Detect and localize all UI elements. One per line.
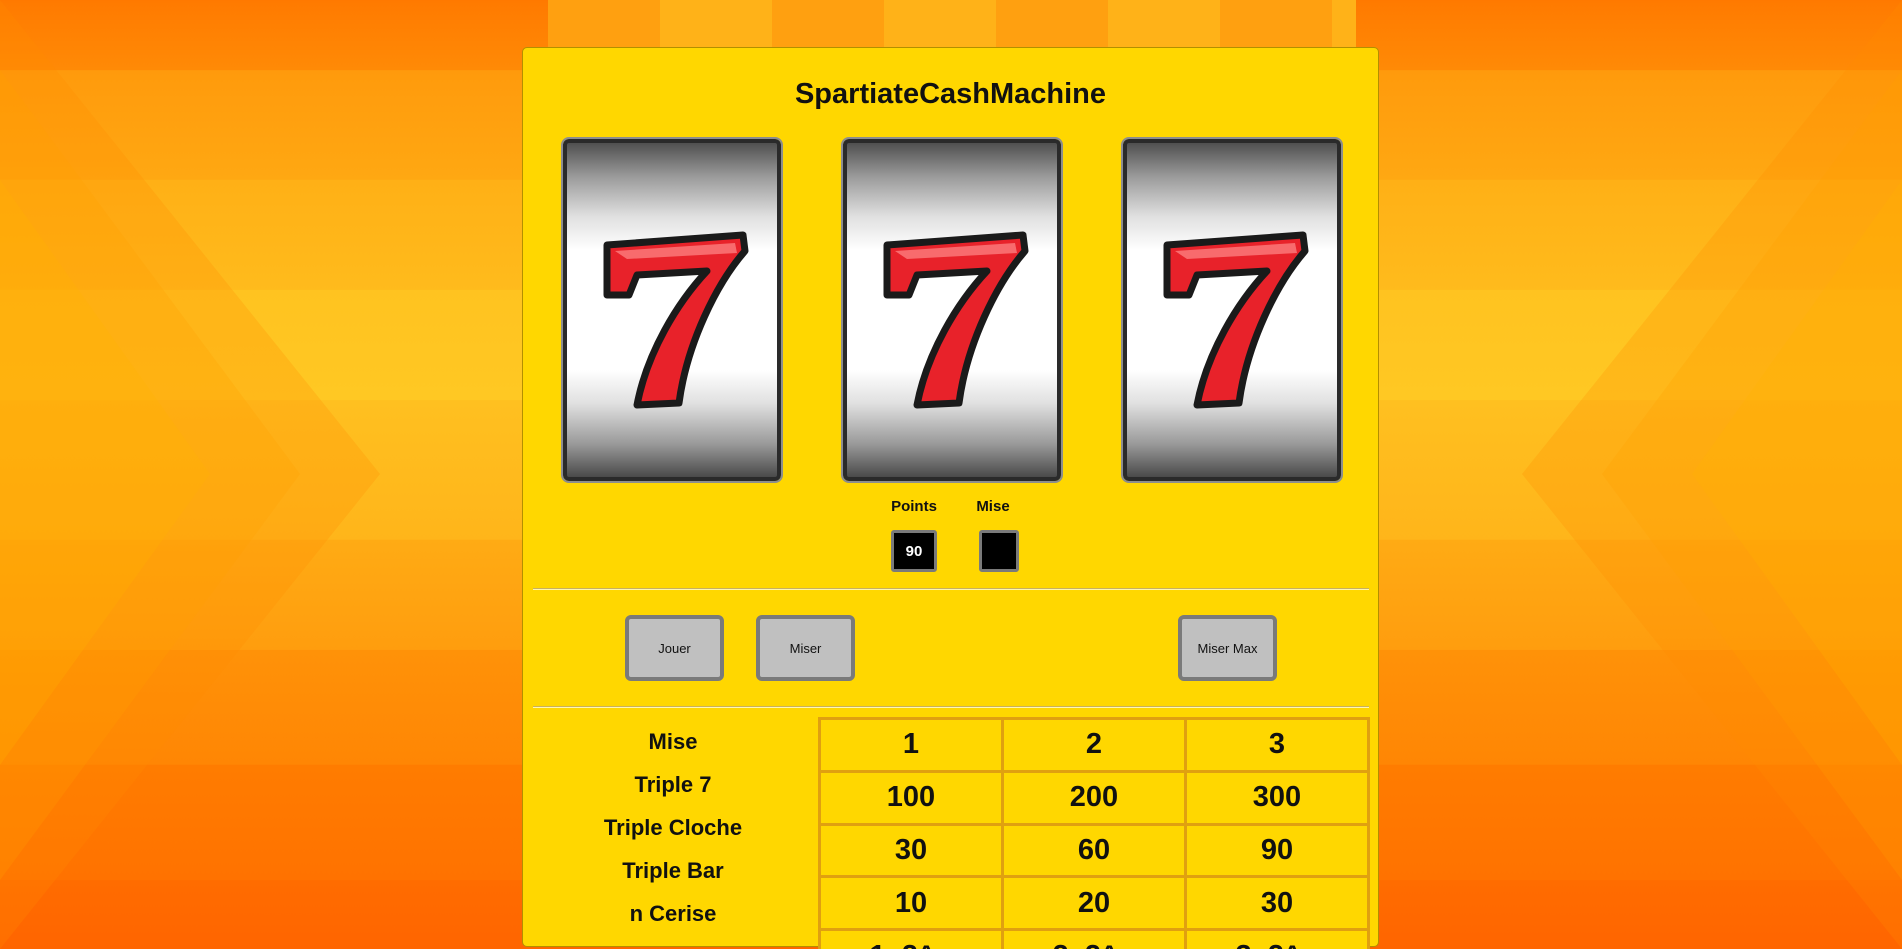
paytable-row-label: Mise [648, 729, 698, 754]
red-seven-icon [603, 231, 749, 409]
paytable-cell: 30 [1187, 878, 1367, 929]
paytable-cell: 2x2^n [1004, 931, 1184, 949]
paytable-cell: 100 [821, 772, 1001, 823]
paytable-cell: 10 [821, 878, 1001, 929]
mise-label: Mise [976, 498, 1010, 515]
divider [533, 706, 1369, 708]
paytable-cell: 30 [821, 825, 1001, 876]
slot-machine-panel: SpartiateCashMachine Points 90 Mise Joue… [522, 47, 1379, 949]
red-seven-icon [883, 231, 1029, 409]
paytable-row-label: n Cerise [629, 901, 717, 926]
points-display: 90 [891, 530, 937, 572]
background-top-stripes [548, 0, 1356, 48]
paytable-cell: 200 [1004, 772, 1184, 823]
reel-1 [561, 137, 783, 483]
paytable-cell: 20 [1004, 878, 1184, 929]
reel-2 [841, 137, 1063, 483]
paytable-row-label: Triple 7 [634, 772, 712, 797]
mise-display [979, 530, 1019, 572]
paytable-cell: 3 [1187, 720, 1367, 770]
paytable-cell: 1x2^n [821, 931, 1001, 949]
miser-max-button[interactable]: Miser Max [1178, 615, 1277, 681]
reel-3 [1121, 137, 1343, 483]
paytable: 1 2 3 100 200 300 30 60 90 10 20 30 1x2^… [818, 717, 1370, 949]
paytable-cell: 90 [1187, 825, 1367, 876]
jouer-button[interactable]: Jouer [625, 615, 724, 681]
red-seven-icon [1163, 231, 1309, 409]
points-label: Points [891, 498, 937, 515]
paytable-cell: 1 [821, 720, 1001, 770]
game-title: SpartiateCashMachine [794, 78, 1107, 110]
paytable-cell: 3x2^n [1187, 931, 1367, 949]
paytable-cell: 2 [1004, 720, 1184, 770]
paytable-row-label: Triple Cloche [603, 815, 743, 840]
paytable-cell: 60 [1004, 825, 1184, 876]
paytable-row-label: Triple Bar [622, 858, 724, 883]
divider [533, 588, 1369, 590]
paytable-cell: 300 [1187, 772, 1367, 823]
miser-button[interactable]: Miser [756, 615, 855, 681]
